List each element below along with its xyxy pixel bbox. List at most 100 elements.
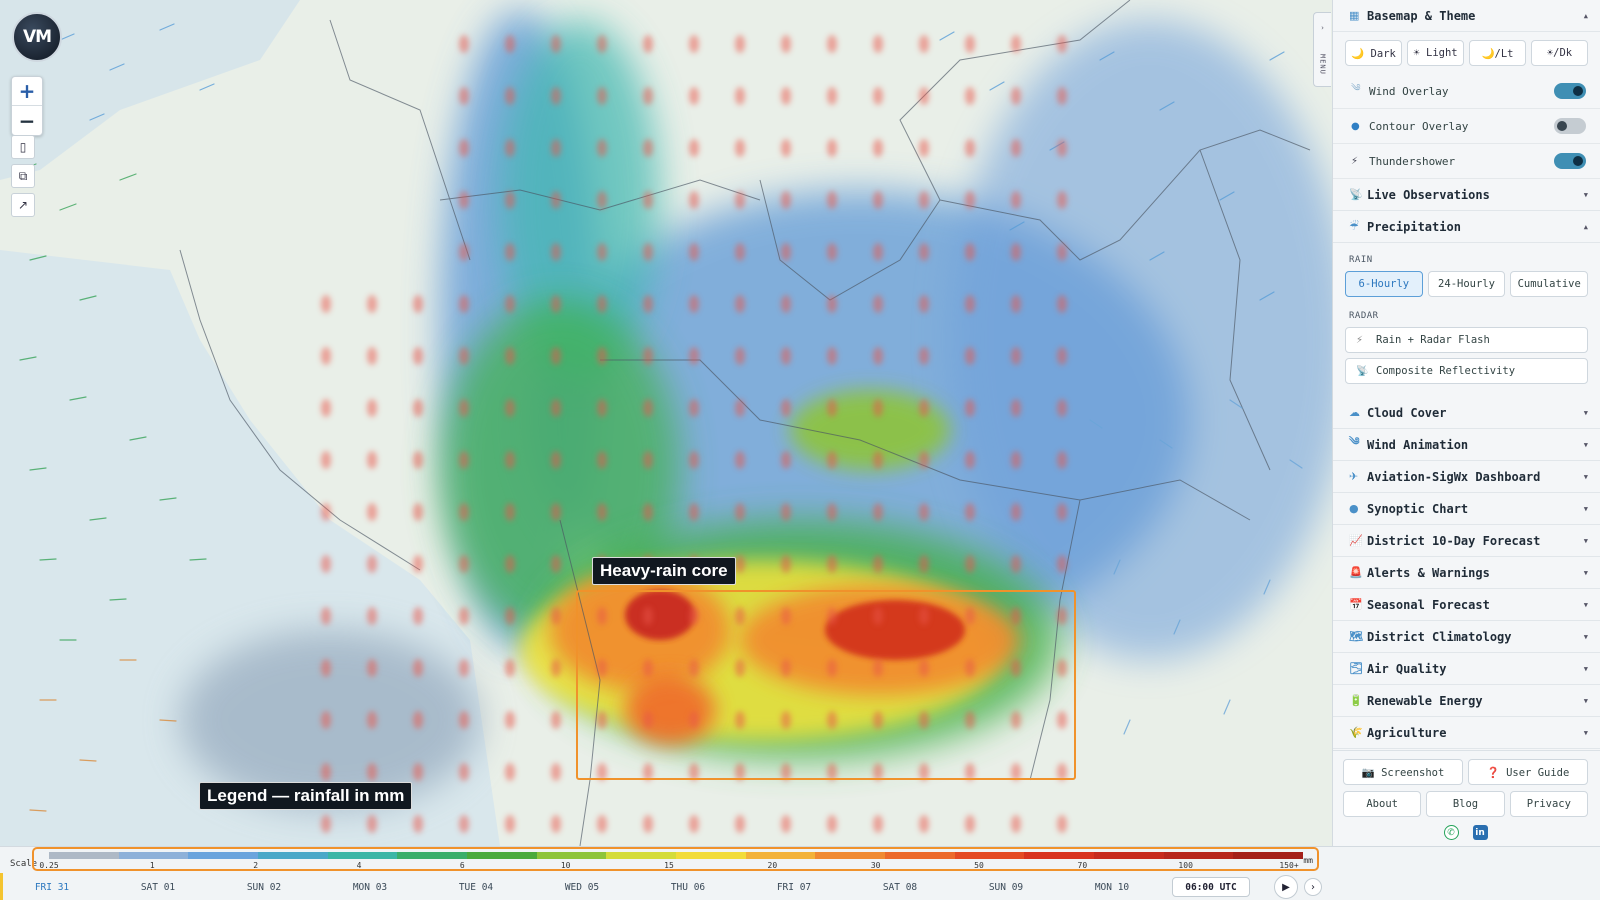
section-basemap-theme[interactable]: ▦ Basemap & Theme ▲: [1333, 0, 1600, 32]
zoom-out-button[interactable]: −: [12, 106, 42, 135]
app-logo[interactable]: VM: [12, 12, 62, 62]
thundershower-dot: [919, 87, 929, 105]
camera-icon[interactable]: ⧉: [11, 164, 35, 188]
section-wind-animation[interactable]: ༄ Wind Animation ▼: [1333, 429, 1600, 461]
theme-buttons: 🌙 Dark ☀ Light 🌙/Lt ☀/Dk: [1333, 32, 1600, 74]
scale-tick-label: 4: [356, 861, 362, 870]
section-agriculture[interactable]: 🌾 Agriculture ▼: [1333, 717, 1600, 749]
scale-tick-label: 150+: [1279, 861, 1299, 870]
section-synoptic-chart[interactable]: ● Synoptic Chart ▼: [1333, 493, 1600, 525]
timeline-day[interactable]: SUN 02: [247, 882, 281, 893]
thundershower-dot: [827, 451, 837, 469]
theme-dark-light-button[interactable]: 🌙/Lt: [1469, 40, 1526, 66]
timeline-day[interactable]: MON 03: [353, 882, 387, 893]
timeline-day[interactable]: SAT 08: [883, 882, 917, 893]
timeline-day[interactable]: TUE 04: [459, 882, 493, 893]
section-district-10-day-forecast[interactable]: 📈 District 10-Day Forecast ▼: [1333, 525, 1600, 557]
thundershower-dot: [505, 451, 515, 469]
thundershower-dot: [551, 243, 561, 261]
timeline-day[interactable]: SUN 09: [989, 882, 1023, 893]
rain-cumulative-button[interactable]: Cumulative: [1510, 271, 1589, 297]
section-renewable-energy[interactable]: 🔋 Renewable Energy ▼: [1333, 685, 1600, 717]
toggle-thundershower[interactable]: ⚡ Thundershower: [1333, 144, 1600, 179]
toggle-wind-overlay[interactable]: ༄ Wind Overlay: [1333, 74, 1600, 109]
rain-buttons: 6-Hourly 24-Hourly Cumulative: [1333, 271, 1600, 297]
timeline-day[interactable]: FRI 31: [35, 882, 69, 893]
thundershower-switch[interactable]: [1554, 153, 1586, 169]
chevron-down-icon: ▼: [1583, 632, 1588, 641]
timeline-day[interactable]: MON 10: [1095, 882, 1129, 893]
next-step-icon[interactable]: ›: [1304, 878, 1322, 896]
thundershower-dot: [643, 35, 653, 53]
bookmark-icon[interactable]: ▯: [11, 135, 35, 159]
user-guide-button[interactable]: ❓ User Guide: [1468, 759, 1588, 785]
expand-icon[interactable]: ↗: [11, 193, 35, 217]
radar-button-label: Composite Reflectivity: [1376, 365, 1516, 377]
section-precipitation[interactable]: ☔ Precipitation ▲: [1333, 211, 1600, 243]
timeline-day[interactable]: FRI 07: [777, 882, 811, 893]
thundershower-dot: [827, 243, 837, 261]
rain-radar-flash-button[interactable]: ⚡ Rain + Radar Flash: [1345, 327, 1588, 353]
privacy-button[interactable]: Privacy: [1509, 791, 1588, 817]
menu-toggle-tab[interactable]: › MENU: [1313, 12, 1331, 87]
thundershower-dot: [827, 295, 837, 313]
scale-colorbar: [49, 852, 1304, 859]
timeline-day[interactable]: WED 05: [565, 882, 599, 893]
thundershower-dot: [643, 451, 653, 469]
thundershower-dot: [1057, 503, 1067, 521]
thundershower-dot: [321, 451, 331, 469]
thundershower-dot: [367, 295, 377, 313]
time-display[interactable]: 06:00 UTC: [1172, 877, 1250, 897]
thundershower-dot: [413, 763, 423, 781]
section-label: Agriculture: [1367, 725, 1447, 740]
thundershower-dot: [1057, 87, 1067, 105]
theme-light-button[interactable]: ☀ Light: [1407, 40, 1464, 66]
section-district-climatology[interactable]: 🗺 District Climatology ▼: [1333, 621, 1600, 653]
contour-icon: ●: [1351, 120, 1360, 132]
rain-6-hourly-button[interactable]: 6-Hourly: [1345, 271, 1423, 297]
play-icon[interactable]: ▶: [1274, 875, 1298, 899]
scale-color-segment: [606, 852, 677, 859]
thundershower-dot: [873, 451, 883, 469]
screenshot-button[interactable]: 📷 Screenshot: [1343, 759, 1463, 785]
contour-overlay-switch[interactable]: [1554, 118, 1586, 134]
wind-overlay-switch[interactable]: [1554, 83, 1586, 99]
about-button[interactable]: About: [1343, 791, 1422, 817]
section-alerts-warnings[interactable]: 🚨 Alerts & Warnings ▼: [1333, 557, 1600, 589]
annotation-legend: Legend — rainfall in mm: [199, 782, 413, 810]
section-air-quality[interactable]: 🌫 Air Quality ▼: [1333, 653, 1600, 685]
thundershower-dot: [965, 399, 975, 417]
thundershower-dot: [965, 87, 975, 105]
rain-24-hourly-button[interactable]: 24-Hourly: [1427, 271, 1506, 297]
theme-dark-button[interactable]: 🌙 Dark: [1345, 40, 1402, 66]
theme-light-dark-button[interactable]: ☀/Dk: [1531, 40, 1588, 66]
sidebar-panel: ▦ Basemap & Theme ▲ 🌙 Dark ☀ Light 🌙/Lt …: [1332, 0, 1600, 846]
thundershower-dot: [735, 35, 745, 53]
thundershower-dot: [367, 815, 377, 833]
thundershower-dot: [551, 607, 561, 625]
thundershower-dot: [827, 35, 837, 53]
toggle-contour-overlay[interactable]: ● Contour Overlay: [1333, 109, 1600, 144]
section-cloud-cover[interactable]: ☁ Cloud Cover ▼: [1333, 397, 1600, 429]
scale-color-segment: [1163, 852, 1234, 859]
thundershower-dot: [919, 451, 929, 469]
composite-reflectivity-button[interactable]: 📡 Composite Reflectivity: [1345, 358, 1588, 384]
section-live-observations[interactable]: 📡 Live Observations ▼: [1333, 179, 1600, 211]
blog-button[interactable]: Blog: [1426, 791, 1505, 817]
timeline-day[interactable]: SAT 01: [141, 882, 175, 893]
linkedin-icon[interactable]: in: [1472, 825, 1488, 840]
thundershower-dot: [965, 503, 975, 521]
thundershower-dot: [413, 711, 423, 729]
zoom-in-button[interactable]: +: [12, 77, 42, 106]
thundershower-dot: [597, 347, 607, 365]
section-aviation-sigwx-dashboard[interactable]: ✈ Aviation-SigWx Dashboard ▼: [1333, 461, 1600, 493]
weather-map[interactable]: VM + − ▯ ⧉ ↗ Heavy-rain core Legend — ra…: [0, 0, 1332, 846]
whatsapp-icon[interactable]: ✆: [1443, 825, 1459, 840]
thundershower-dot: [459, 35, 469, 53]
thundershower-dot: [505, 87, 515, 105]
timeline-day[interactable]: THU 06: [671, 882, 705, 893]
section-label: Renewable Energy: [1367, 693, 1483, 708]
section-seasonal-forecast[interactable]: 📅 Seasonal Forecast ▼: [1333, 589, 1600, 621]
thundershower-dot: [367, 659, 377, 677]
scale-color-segment: [467, 852, 537, 859]
